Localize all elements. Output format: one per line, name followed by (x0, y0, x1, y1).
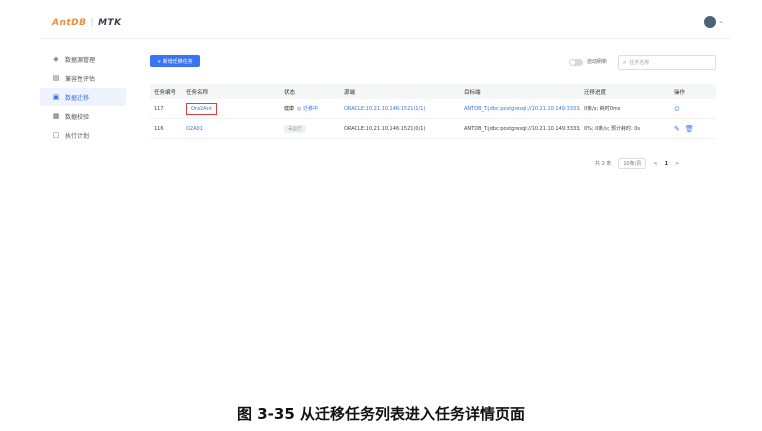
sidebar-item-plan[interactable]: ▢ 执行计划 (40, 126, 126, 144)
sidebar-item-label: 执行计划 (65, 132, 90, 140)
app-window: AntDB | MTK ⌄ ◈ 数据源管理 ▤ 兼容性评估 ▣ 数据迁移 ▦ 数据校… (40, 8, 730, 358)
pagination: 共 2 条 10条/页 < 1 > (595, 158, 679, 169)
column-header: 状态 (280, 84, 340, 99)
task-table: 任务编号 任务名称 状态 源端 目标端 迁移进度 操作 117 Ora2Ant … (150, 84, 716, 139)
delete-icon[interactable]: 🗑 (685, 125, 694, 133)
sidebar-item-compatibility[interactable]: ▤ 兼容性评估 (40, 69, 126, 87)
migration-progress: 0条/s; 耗时0ms (580, 99, 670, 119)
sidebar: ◈ 数据源管理 ▤ 兼容性评估 ▣ 数据迁移 ▦ 数据校验 ▢ 执行计划 (40, 50, 126, 145)
column-header: 任务名称 (182, 84, 280, 99)
total-count: 共 2 条 (595, 161, 612, 167)
column-header: 任务编号 (150, 84, 182, 99)
status-badge: 未运行 (284, 124, 306, 133)
search-icon: ⌕ (623, 58, 627, 66)
task-name-cell: O2A01 (182, 118, 280, 139)
running-status: ◎ 迁移中 (297, 106, 318, 112)
actions-cell: ⊙ (670, 99, 716, 119)
chevron-down-icon[interactable]: ⌄ (718, 17, 724, 25)
stop-icon[interactable]: ⊙ (674, 105, 680, 113)
table-header-row: 任务编号 任务名称 状态 源端 目标端 迁移进度 操作 (150, 84, 716, 99)
source-link[interactable]: ORACLE:10.21.10.146:1521(1/1) (340, 99, 460, 119)
column-header: 目标端 (460, 84, 580, 99)
sidebar-item-label: 数据校验 (65, 113, 90, 121)
new-migration-task-button[interactable]: + 新增迁移任务 (150, 55, 200, 67)
table-row: 116 O2A01 未运行 ORACLE:10.21.10.146:1521(0… (150, 118, 716, 139)
toolbar: + 新增迁移任务 自动刷新 ⌕ 任务名称 (140, 50, 720, 72)
auto-refresh-toggle[interactable] (569, 59, 583, 66)
main-content: + 新增迁移任务 自动刷新 ⌕ 任务名称 任务编号 任务名称 状态 源端 目标端… (140, 50, 720, 169)
task-name-link[interactable]: Ora2Ant (186, 102, 217, 115)
check-icon: ▦ (52, 112, 60, 120)
health-status: 健康 (284, 106, 295, 112)
source-text: ORACLE:10.21.10.146:1521(0/1) (340, 118, 460, 139)
search-placeholder: 任务名称 (629, 60, 650, 66)
sidebar-item-verification[interactable]: ▦ 数据校验 (40, 107, 126, 125)
column-header: 源端 (340, 84, 460, 99)
migrate-icon: ▣ (52, 93, 60, 101)
task-id: 116 (150, 118, 182, 139)
sidebar-item-label: 兼容性评估 (65, 75, 96, 83)
target-text: ANTDB_T:jdbc:postgresql://10.21.10.149:3… (460, 118, 580, 139)
search-input[interactable]: ⌕ 任务名称 (618, 55, 716, 70)
sidebar-item-datasource[interactable]: ◈ 数据源管理 (40, 50, 126, 68)
actions-cell: ✎ 🗑 (670, 118, 716, 139)
user-avatar[interactable] (704, 16, 716, 28)
current-page[interactable]: 1 (665, 161, 668, 167)
edit-icon[interactable]: ✎ (674, 125, 680, 133)
task-status-cell: 未运行 (280, 118, 340, 139)
task-name-link[interactable]: O2A01 (186, 126, 203, 132)
top-bar: AntDB | MTK ⌄ (40, 8, 730, 39)
sidebar-item-label: 数据源管理 (65, 56, 96, 64)
next-page-button[interactable]: > (675, 161, 679, 167)
auto-refresh-label: 自动刷新 (587, 59, 608, 65)
sidebar-item-migration[interactable]: ▣ 数据迁移 (40, 88, 126, 106)
app-logo: AntDB | MTK (52, 18, 122, 28)
task-status-cell: 健康 ◎ 迁移中 (280, 99, 340, 119)
prev-page-button[interactable]: < (653, 161, 657, 167)
document-icon: ▤ (52, 74, 60, 82)
migration-progress: 0%; 0条/s; 预计耗时: 0s (580, 118, 670, 139)
page-size-select[interactable]: 10条/页 (618, 158, 647, 169)
database-icon: ◈ (53, 55, 59, 63)
figure-caption: 图 3-35 从迁移任务列表进入任务详情页面 (237, 405, 525, 423)
task-name-cell: Ora2Ant (182, 99, 280, 119)
column-header: 迁移进度 (580, 84, 670, 99)
target-link[interactable]: ANTDB_T:jdbc:postgresql://10.21.10.149:3… (460, 99, 580, 119)
task-id: 117 (150, 99, 182, 119)
table-row: 117 Ora2Ant 健康 ◎ 迁移中 ORACLE:10.21.10.146:… (150, 99, 716, 119)
column-header: 操作 (670, 84, 716, 99)
calendar-icon: ▢ (52, 131, 60, 139)
sidebar-item-label: 数据迁移 (65, 94, 90, 102)
